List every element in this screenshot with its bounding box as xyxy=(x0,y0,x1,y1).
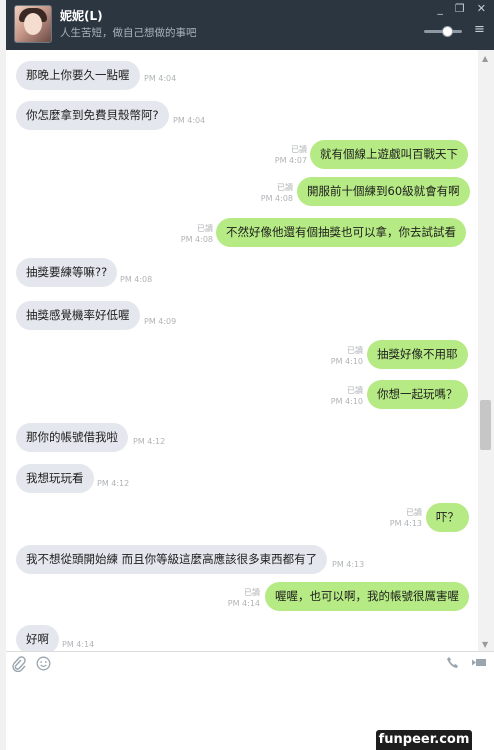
avatar-face xyxy=(24,13,42,35)
phone-icon[interactable] xyxy=(446,656,459,673)
maximize-icon[interactable]: ❐ xyxy=(455,2,465,15)
message-read-receipt: 已讀 xyxy=(347,386,363,395)
minimize-icon[interactable]: _ xyxy=(437,2,443,15)
message-time: PM 4:13 xyxy=(389,519,422,528)
message-bubble-incoming[interactable]: 我想玩玩看 xyxy=(16,464,94,493)
message-time: PM 4:14 xyxy=(62,640,95,649)
message-time: PM 4:04 xyxy=(144,74,177,83)
message-time: PM 4:12 xyxy=(97,479,130,488)
chat-scrollbar[interactable] xyxy=(478,50,494,651)
chat-message-list[interactable]: 那晚上你要久一點喔 PM 4:04 你怎麼拿到免費貝殼幣阿? PM 4:04 已… xyxy=(6,50,478,654)
contact-name[interactable]: 妮妮(L) xyxy=(60,7,103,24)
close-icon[interactable]: ✕ xyxy=(477,2,486,15)
message-time: PM 4:08 xyxy=(120,275,153,284)
message-bubble-incoming[interactable]: 抽獎要練等嘛?? xyxy=(16,258,118,287)
message-toolbar xyxy=(6,651,494,680)
message-time: PM 4:09 xyxy=(144,317,177,326)
message-bubble-outgoing[interactable]: 喔喔，也可以啊，我的帳號很厲害喔 xyxy=(265,582,469,611)
contact-avatar[interactable] xyxy=(14,5,52,43)
chat-scrollbar-thumb[interactable] xyxy=(480,400,491,450)
smiley-icon[interactable] xyxy=(36,656,51,675)
message-time: PM 4:10 xyxy=(330,397,363,406)
message-bubble-outgoing[interactable]: 吓？ xyxy=(426,503,469,532)
message-bubble-outgoing[interactable]: 你想一起玩嗎？ xyxy=(367,380,468,409)
message-bubble-incoming[interactable]: 那晚上你要久一點喔 xyxy=(16,61,140,90)
message-read-receipt: 已讀 xyxy=(277,183,293,192)
message-time: PM 4:13 xyxy=(332,560,365,569)
message-bubble-incoming[interactable]: 你怎麼拿到免費貝殼幣阿? xyxy=(16,101,169,130)
scroll-down-arrow-icon[interactable]: ▼ xyxy=(482,640,488,649)
message-bubble-incoming[interactable]: 那你的帳號借我啦 xyxy=(16,423,128,452)
window-controls: _ ❐ ✕ xyxy=(437,2,486,15)
message-read-receipt: 已讀 xyxy=(347,346,363,355)
header-menu-icon[interactable]: ≡ xyxy=(474,22,485,37)
message-time: PM 4:08 xyxy=(260,194,293,203)
message-read-receipt: 已讀 xyxy=(197,224,213,233)
message-time: PM 4:08 xyxy=(180,235,213,244)
message-read-receipt: 已讀 xyxy=(244,588,260,597)
paperclip-icon[interactable] xyxy=(12,656,26,676)
message-bubble-outgoing[interactable]: 開服前十個練到60級就會有啊 xyxy=(297,177,470,206)
watermark: funpeer.com xyxy=(376,730,472,750)
chat-header: 妮妮(L) 人生苦短，做自己想做的事吧 _ ❐ ✕ xyxy=(6,0,494,51)
message-bubble-outgoing[interactable]: 不然好像他還有個抽獎也可以拿，你去試試看 xyxy=(216,218,466,247)
message-bubble-incoming[interactable]: 我不想從頭開始練 而且你等級這麼高應該很多東西都有了 xyxy=(16,545,328,574)
message-time: PM 4:10 xyxy=(330,357,363,366)
message-bubble-incoming[interactable]: 抽獎感覺機率好低喔 xyxy=(16,301,140,330)
message-read-receipt: 已讀 xyxy=(406,508,422,517)
message-time: PM 4:12 xyxy=(133,437,166,446)
message-time: PM 4:14 xyxy=(227,599,260,608)
message-time: PM 4:04 xyxy=(173,116,206,125)
message-read-receipt: 已讀 xyxy=(291,145,307,154)
contact-status-message: 人生苦短，做自己想做的事吧 xyxy=(60,27,197,39)
opacity-slider-handle[interactable] xyxy=(442,26,453,37)
message-time: PM 4:07 xyxy=(274,156,307,165)
message-bubble-incoming[interactable]: 好啊 xyxy=(16,625,59,654)
message-bubble-outgoing[interactable]: 就有個線上遊戲叫百戰天下 xyxy=(310,140,468,169)
video-icon[interactable] xyxy=(471,656,487,673)
message-bubble-outgoing[interactable]: 抽獎好像不用耶 xyxy=(367,340,468,369)
scroll-up-arrow-icon[interactable]: ▲ xyxy=(482,54,488,63)
